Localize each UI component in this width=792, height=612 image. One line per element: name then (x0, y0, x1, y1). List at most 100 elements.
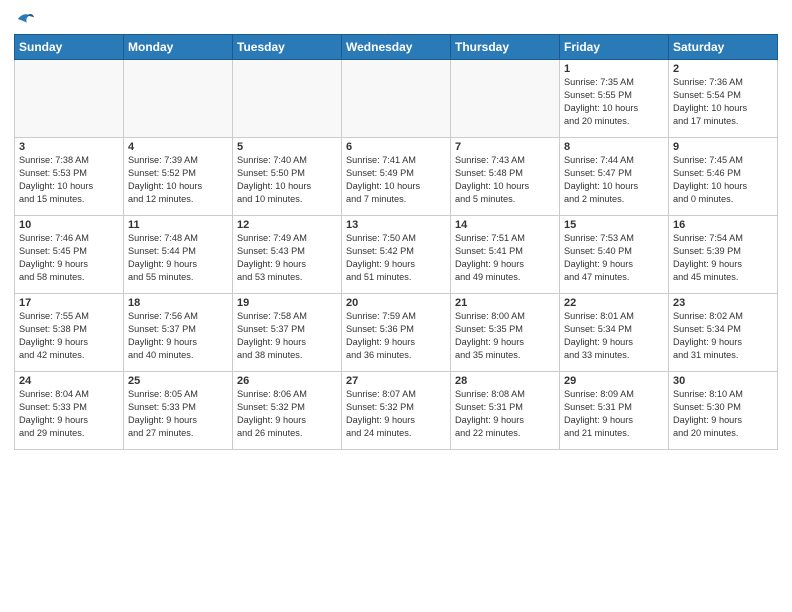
day-info: Sunrise: 7:51 AM Sunset: 5:41 PM Dayligh… (455, 232, 555, 284)
day-info: Sunrise: 7:56 AM Sunset: 5:37 PM Dayligh… (128, 310, 228, 362)
day-info: Sunrise: 7:55 AM Sunset: 5:38 PM Dayligh… (19, 310, 119, 362)
page-container: SundayMondayTuesdayWednesdayThursdayFrid… (0, 0, 792, 612)
day-cell: 18Sunrise: 7:56 AM Sunset: 5:37 PM Dayli… (124, 294, 233, 372)
day-number: 18 (128, 297, 228, 309)
day-cell: 11Sunrise: 7:48 AM Sunset: 5:44 PM Dayli… (124, 216, 233, 294)
day-number: 6 (346, 141, 446, 153)
day-info: Sunrise: 7:41 AM Sunset: 5:49 PM Dayligh… (346, 154, 446, 206)
weekday-header-row: SundayMondayTuesdayWednesdayThursdayFrid… (15, 35, 778, 60)
day-info: Sunrise: 8:02 AM Sunset: 5:34 PM Dayligh… (673, 310, 773, 362)
day-number: 1 (564, 63, 664, 75)
day-cell: 25Sunrise: 8:05 AM Sunset: 5:33 PM Dayli… (124, 372, 233, 450)
day-number: 23 (673, 297, 773, 309)
day-cell: 2Sunrise: 7:36 AM Sunset: 5:54 PM Daylig… (669, 60, 778, 138)
day-info: Sunrise: 8:05 AM Sunset: 5:33 PM Dayligh… (128, 388, 228, 440)
day-number: 14 (455, 219, 555, 231)
day-number: 10 (19, 219, 119, 231)
day-cell: 8Sunrise: 7:44 AM Sunset: 5:47 PM Daylig… (560, 138, 669, 216)
day-cell: 3Sunrise: 7:38 AM Sunset: 5:53 PM Daylig… (15, 138, 124, 216)
day-number: 13 (346, 219, 446, 231)
day-cell: 22Sunrise: 8:01 AM Sunset: 5:34 PM Dayli… (560, 294, 669, 372)
day-info: Sunrise: 7:46 AM Sunset: 5:45 PM Dayligh… (19, 232, 119, 284)
day-info: Sunrise: 7:39 AM Sunset: 5:52 PM Dayligh… (128, 154, 228, 206)
day-cell: 5Sunrise: 7:40 AM Sunset: 5:50 PM Daylig… (233, 138, 342, 216)
day-cell: 23Sunrise: 8:02 AM Sunset: 5:34 PM Dayli… (669, 294, 778, 372)
day-number: 20 (346, 297, 446, 309)
logo-bird-icon (16, 10, 34, 28)
day-number: 29 (564, 375, 664, 387)
day-cell: 10Sunrise: 7:46 AM Sunset: 5:45 PM Dayli… (15, 216, 124, 294)
day-cell: 9Sunrise: 7:45 AM Sunset: 5:46 PM Daylig… (669, 138, 778, 216)
day-number: 17 (19, 297, 119, 309)
day-cell: 15Sunrise: 7:53 AM Sunset: 5:40 PM Dayli… (560, 216, 669, 294)
day-cell: 20Sunrise: 7:59 AM Sunset: 5:36 PM Dayli… (342, 294, 451, 372)
day-number: 16 (673, 219, 773, 231)
day-info: Sunrise: 8:10 AM Sunset: 5:30 PM Dayligh… (673, 388, 773, 440)
day-info: Sunrise: 7:59 AM Sunset: 5:36 PM Dayligh… (346, 310, 446, 362)
day-number: 3 (19, 141, 119, 153)
day-number: 8 (564, 141, 664, 153)
day-number: 27 (346, 375, 446, 387)
day-info: Sunrise: 8:08 AM Sunset: 5:31 PM Dayligh… (455, 388, 555, 440)
day-info: Sunrise: 7:50 AM Sunset: 5:42 PM Dayligh… (346, 232, 446, 284)
day-number: 15 (564, 219, 664, 231)
weekday-header-tuesday: Tuesday (233, 35, 342, 60)
day-cell: 4Sunrise: 7:39 AM Sunset: 5:52 PM Daylig… (124, 138, 233, 216)
day-number: 19 (237, 297, 337, 309)
day-number: 5 (237, 141, 337, 153)
day-cell: 28Sunrise: 8:08 AM Sunset: 5:31 PM Dayli… (451, 372, 560, 450)
day-cell (15, 60, 124, 138)
day-cell: 27Sunrise: 8:07 AM Sunset: 5:32 PM Dayli… (342, 372, 451, 450)
day-info: Sunrise: 7:43 AM Sunset: 5:48 PM Dayligh… (455, 154, 555, 206)
day-number: 11 (128, 219, 228, 231)
day-info: Sunrise: 7:44 AM Sunset: 5:47 PM Dayligh… (564, 154, 664, 206)
day-info: Sunrise: 7:45 AM Sunset: 5:46 PM Dayligh… (673, 154, 773, 206)
day-number: 4 (128, 141, 228, 153)
day-number: 26 (237, 375, 337, 387)
day-number: 9 (673, 141, 773, 153)
weekday-header-monday: Monday (124, 35, 233, 60)
day-info: Sunrise: 7:49 AM Sunset: 5:43 PM Dayligh… (237, 232, 337, 284)
day-cell: 24Sunrise: 8:04 AM Sunset: 5:33 PM Dayli… (15, 372, 124, 450)
day-cell: 14Sunrise: 7:51 AM Sunset: 5:41 PM Dayli… (451, 216, 560, 294)
day-cell (124, 60, 233, 138)
day-number: 22 (564, 297, 664, 309)
day-number: 28 (455, 375, 555, 387)
day-cell: 30Sunrise: 8:10 AM Sunset: 5:30 PM Dayli… (669, 372, 778, 450)
day-info: Sunrise: 7:53 AM Sunset: 5:40 PM Dayligh… (564, 232, 664, 284)
day-cell: 7Sunrise: 7:43 AM Sunset: 5:48 PM Daylig… (451, 138, 560, 216)
day-number: 30 (673, 375, 773, 387)
day-info: Sunrise: 7:54 AM Sunset: 5:39 PM Dayligh… (673, 232, 773, 284)
week-row-5: 24Sunrise: 8:04 AM Sunset: 5:33 PM Dayli… (15, 372, 778, 450)
day-cell: 6Sunrise: 7:41 AM Sunset: 5:49 PM Daylig… (342, 138, 451, 216)
weekday-header-thursday: Thursday (451, 35, 560, 60)
day-number: 7 (455, 141, 555, 153)
day-number: 21 (455, 297, 555, 309)
calendar-table: SundayMondayTuesdayWednesdayThursdayFrid… (14, 34, 778, 450)
week-row-4: 17Sunrise: 7:55 AM Sunset: 5:38 PM Dayli… (15, 294, 778, 372)
day-info: Sunrise: 7:38 AM Sunset: 5:53 PM Dayligh… (19, 154, 119, 206)
day-info: Sunrise: 8:01 AM Sunset: 5:34 PM Dayligh… (564, 310, 664, 362)
day-cell: 26Sunrise: 8:06 AM Sunset: 5:32 PM Dayli… (233, 372, 342, 450)
day-cell: 17Sunrise: 7:55 AM Sunset: 5:38 PM Dayli… (15, 294, 124, 372)
header (14, 10, 778, 28)
day-cell: 1Sunrise: 7:35 AM Sunset: 5:55 PM Daylig… (560, 60, 669, 138)
day-cell: 19Sunrise: 7:58 AM Sunset: 5:37 PM Dayli… (233, 294, 342, 372)
day-info: Sunrise: 8:06 AM Sunset: 5:32 PM Dayligh… (237, 388, 337, 440)
day-cell (342, 60, 451, 138)
weekday-header-sunday: Sunday (15, 35, 124, 60)
day-cell (233, 60, 342, 138)
day-info: Sunrise: 8:07 AM Sunset: 5:32 PM Dayligh… (346, 388, 446, 440)
day-info: Sunrise: 7:35 AM Sunset: 5:55 PM Dayligh… (564, 76, 664, 128)
day-cell: 29Sunrise: 8:09 AM Sunset: 5:31 PM Dayli… (560, 372, 669, 450)
week-row-1: 1Sunrise: 7:35 AM Sunset: 5:55 PM Daylig… (15, 60, 778, 138)
day-info: Sunrise: 7:40 AM Sunset: 5:50 PM Dayligh… (237, 154, 337, 206)
logo (14, 10, 34, 28)
day-cell: 12Sunrise: 7:49 AM Sunset: 5:43 PM Dayli… (233, 216, 342, 294)
day-info: Sunrise: 7:58 AM Sunset: 5:37 PM Dayligh… (237, 310, 337, 362)
day-cell: 16Sunrise: 7:54 AM Sunset: 5:39 PM Dayli… (669, 216, 778, 294)
day-number: 2 (673, 63, 773, 75)
day-info: Sunrise: 8:00 AM Sunset: 5:35 PM Dayligh… (455, 310, 555, 362)
day-info: Sunrise: 8:04 AM Sunset: 5:33 PM Dayligh… (19, 388, 119, 440)
week-row-2: 3Sunrise: 7:38 AM Sunset: 5:53 PM Daylig… (15, 138, 778, 216)
